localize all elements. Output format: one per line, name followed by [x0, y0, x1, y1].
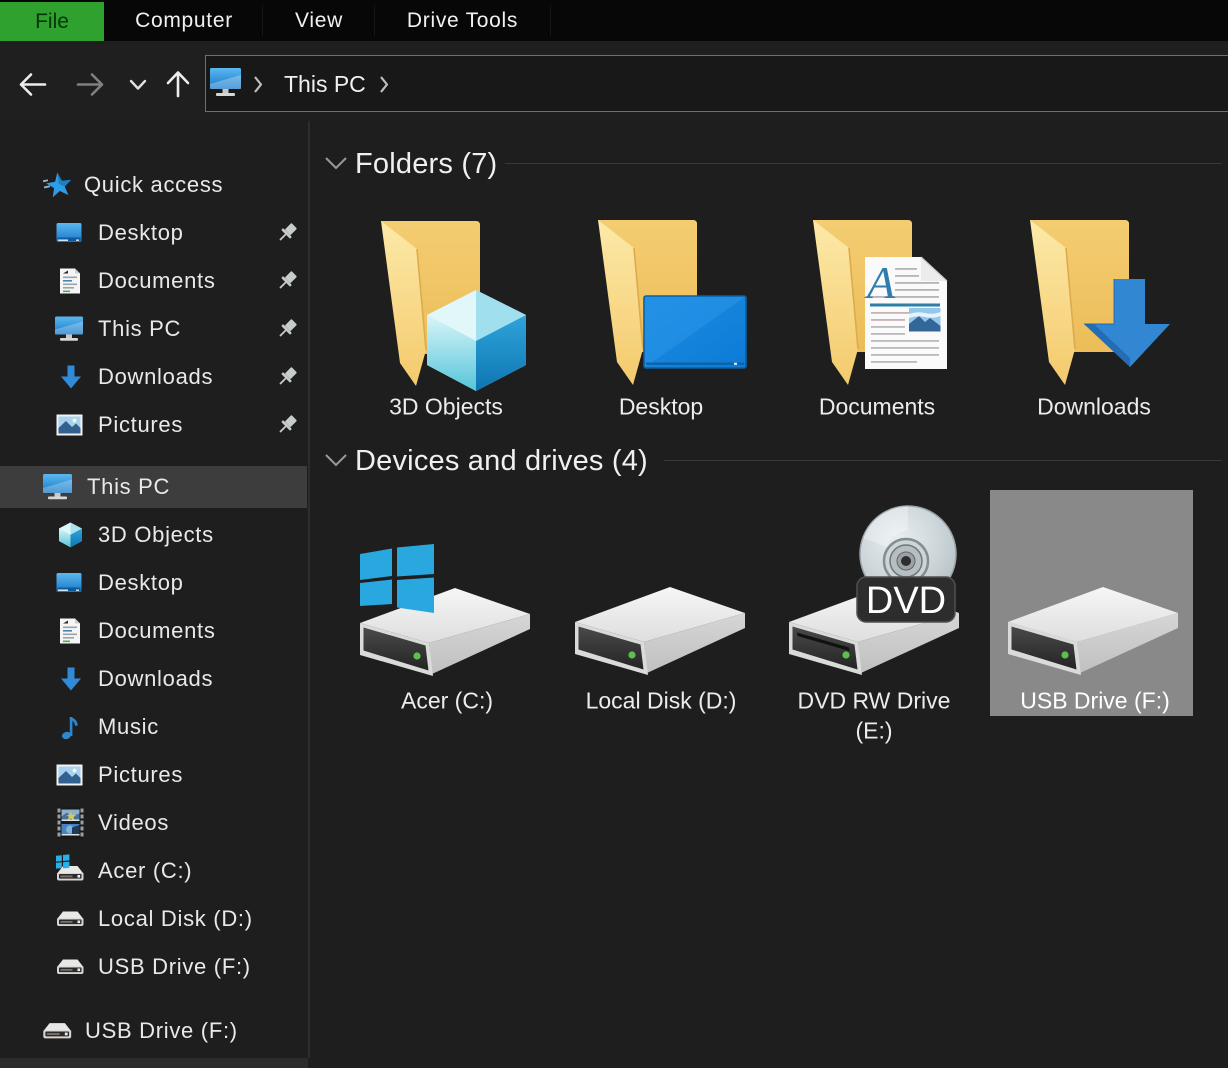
svg-text:DVD: DVD	[866, 580, 946, 622]
svg-text:A: A	[864, 257, 896, 308]
